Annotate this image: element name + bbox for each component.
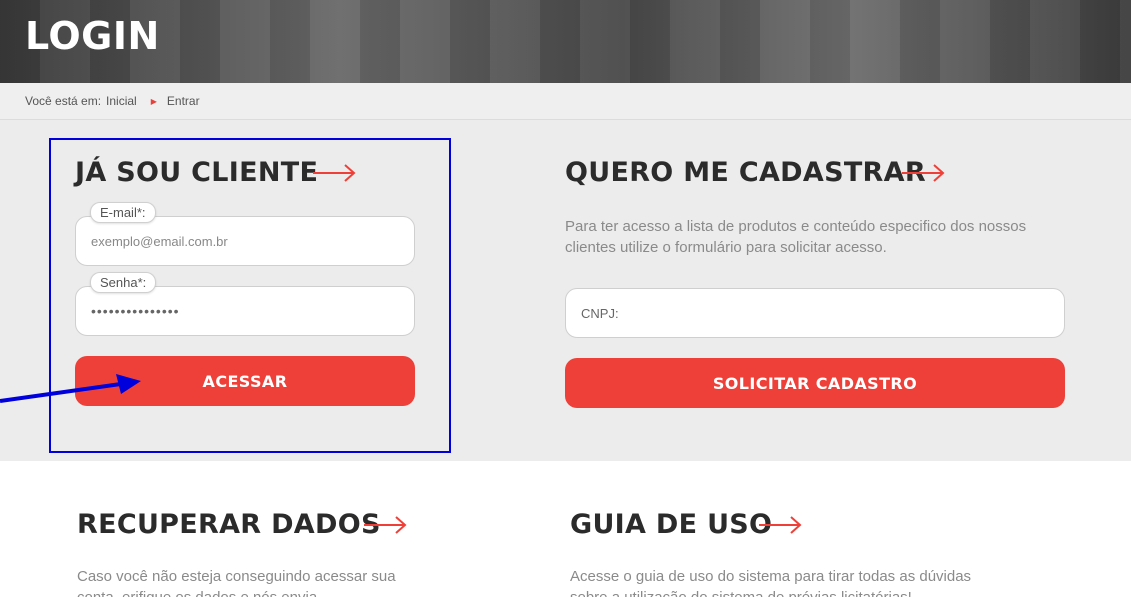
password-field[interactable]: ••••••••••••••• — [75, 286, 415, 336]
email-label: E-mail*: — [90, 202, 156, 223]
arrow-right-icon — [759, 516, 802, 534]
register-description: Para ter acesso a lista de produtos e co… — [565, 218, 1027, 256]
breadcrumb-home-link[interactable]: Inicial — [106, 94, 137, 108]
arrow-right-icon — [364, 516, 407, 534]
breadcrumb-prefix: Você está em: — [25, 94, 102, 108]
recover-description: Caso você não esteja conseguindo acessar… — [77, 568, 396, 597]
breadcrumb-separator-icon: ▶ — [150, 96, 157, 106]
annotation-pointer-arrow-icon — [0, 374, 141, 403]
request-register-button[interactable]: SOLICITAR CADASTRO — [565, 358, 1065, 408]
cnpj-field-group: CNPJ: — [565, 288, 1065, 338]
register-title: QUERO ME CADASTRAR — [565, 157, 926, 188]
cnpj-field[interactable]: CNPJ: — [565, 288, 1065, 338]
arrow-right-icon — [313, 164, 356, 182]
email-field[interactable]: exemplo@email.com.br — [75, 216, 415, 266]
breadcrumb-current: Entrar — [166, 94, 200, 108]
guide-title: GUIA DE USO — [570, 509, 773, 540]
page-header-banner: LOGIN — [0, 0, 1131, 83]
recover-title: RECUPERAR DADOS — [77, 509, 381, 540]
password-field-group: ••••••••••••••• Senha*: — [75, 272, 415, 336]
password-label: Senha*: — [90, 272, 157, 293]
arrow-right-icon — [902, 164, 945, 182]
email-field-group: exemplo@email.com.br E-mail*: — [75, 202, 415, 266]
page-title: LOGIN — [25, 14, 160, 58]
login-title: JÁ SOU CLIENTE — [75, 157, 319, 188]
guide-description: Acesse o guia de uso do sistema para tir… — [570, 568, 972, 597]
breadcrumb: Você está em: Inicial ▶ Entrar — [0, 83, 1131, 120]
